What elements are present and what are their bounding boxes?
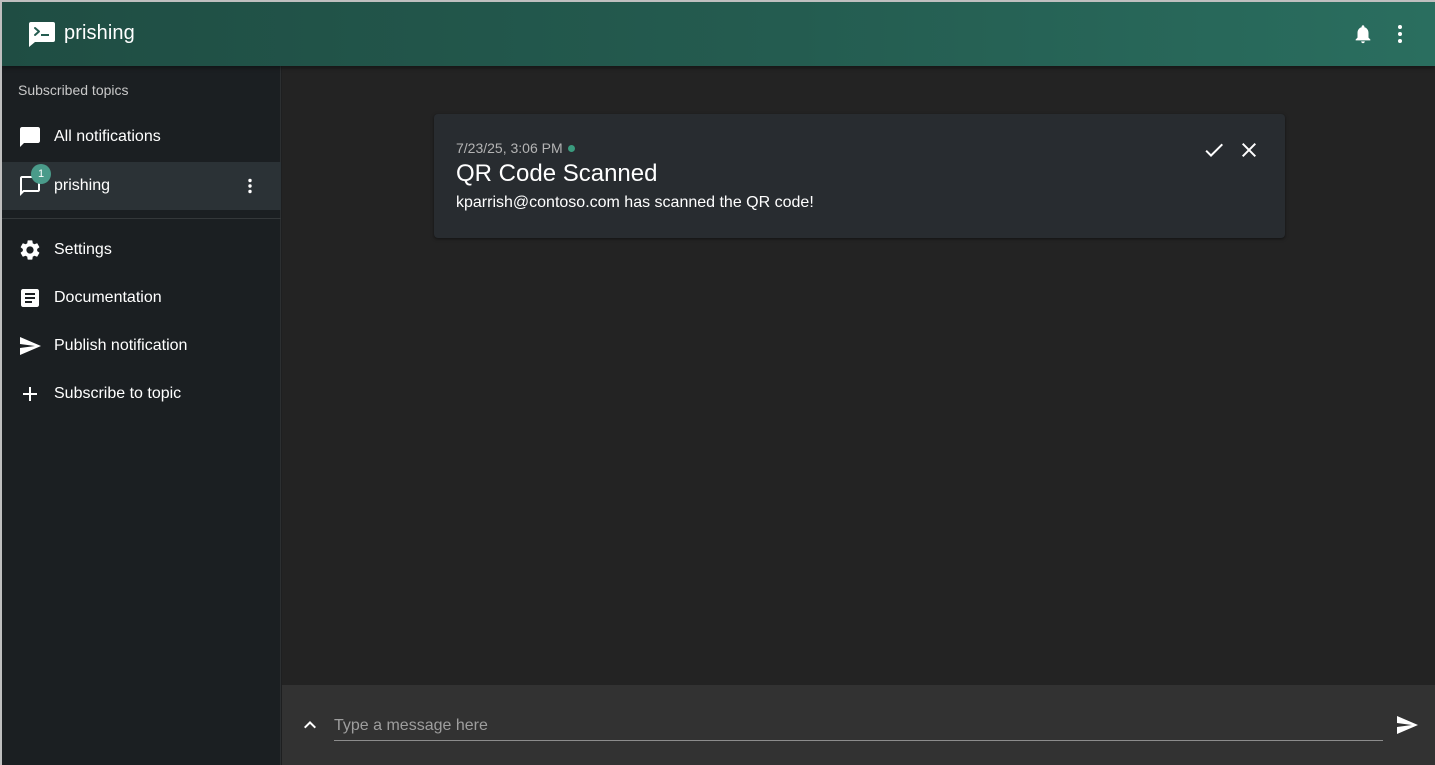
notification-date: 7/23/25, 3:06 PM xyxy=(456,140,575,156)
bell-icon[interactable] xyxy=(1352,23,1374,45)
gear-icon xyxy=(18,238,42,262)
notification-message: kparrish@contoso.com has scanned the QR … xyxy=(456,194,814,211)
sidebar-item-label: prishing xyxy=(54,177,111,194)
message-composer xyxy=(282,685,1435,765)
app-bar: prishing xyxy=(2,2,1435,66)
mark-read-check-icon[interactable] xyxy=(1202,138,1226,162)
window-top-edge xyxy=(0,0,1435,2)
sidebar-item-subscribe-to-topic[interactable]: Subscribe to topic xyxy=(2,370,281,418)
sidebar-item-label: Subscribe to topic xyxy=(54,385,182,402)
sidebar-item-label: Documentation xyxy=(54,289,162,306)
new-indicator-dot xyxy=(567,144,575,152)
chevron-up-icon[interactable] xyxy=(298,713,322,737)
terminal-message-icon xyxy=(29,22,55,47)
notification-date-text: 7/23/25, 3:06 PM xyxy=(456,140,563,156)
notification-list: 7/23/25, 3:06 PM QR Code Scanned kparris… xyxy=(282,66,1435,685)
send-icon xyxy=(18,334,42,358)
sidebar-item-publish-notification[interactable]: Publish notification xyxy=(2,322,281,370)
sidebar: Subscribed topics All notifications 1 pr… xyxy=(2,66,281,765)
window-left-edge xyxy=(0,0,2,765)
app-title: prishing xyxy=(64,22,135,44)
chat-icon xyxy=(18,125,42,149)
subscribed-topics-heading: Subscribed topics xyxy=(18,82,129,98)
notification-card: 7/23/25, 3:06 PM QR Code Scanned kparris… xyxy=(434,114,1285,238)
plus-icon xyxy=(18,382,42,406)
notification-title: QR Code Scanned xyxy=(456,160,658,187)
sidebar-item-all-notifications[interactable]: All notifications xyxy=(2,113,281,161)
sidebar-item-label: All notifications xyxy=(54,128,161,145)
sidebar-item-label: Publish notification xyxy=(54,337,188,354)
send-icon[interactable] xyxy=(1395,713,1419,737)
sidebar-item-settings[interactable]: Settings xyxy=(2,226,281,274)
article-icon xyxy=(18,286,42,310)
sidebar-divider xyxy=(2,218,281,219)
more-vert-icon[interactable] xyxy=(1388,22,1412,46)
message-input[interactable] xyxy=(334,711,1383,741)
close-icon[interactable] xyxy=(1237,138,1261,162)
sidebar-item-documentation[interactable]: Documentation xyxy=(2,274,281,322)
unread-count-badge: 1 xyxy=(31,164,51,184)
sidebar-item-prishing[interactable]: 1 prishing xyxy=(2,162,281,210)
sidebar-item-label: Settings xyxy=(54,241,112,258)
topic-more-vert-icon[interactable] xyxy=(238,174,262,198)
